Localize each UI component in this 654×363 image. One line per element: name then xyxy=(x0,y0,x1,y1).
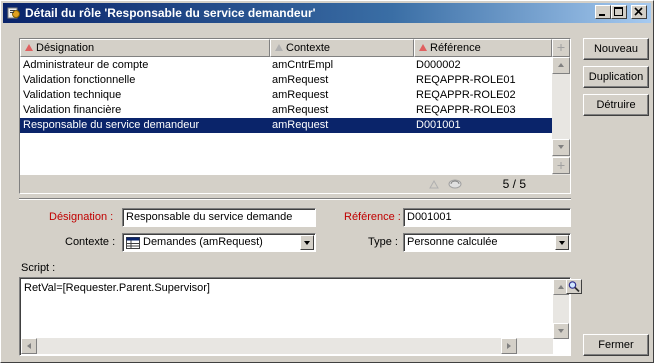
scroll-up-button[interactable] xyxy=(552,57,570,74)
filter-icon xyxy=(429,179,439,189)
script-horizontal-scrollbar[interactable] xyxy=(21,338,553,354)
role-window-icon xyxy=(7,7,20,19)
designation-label: Désignation : xyxy=(49,211,114,223)
script-editor[interactable]: RetVal=[Requester.Parent.Supervisor] xyxy=(19,277,571,356)
arrow-down-icon xyxy=(558,145,564,149)
role-detail-window: Détail du rôle 'Responsable du service d… xyxy=(0,0,654,363)
maximize-button[interactable] xyxy=(611,5,627,19)
arrow-left-icon xyxy=(27,343,31,349)
close-button[interactable]: Fermer xyxy=(583,334,649,356)
roles-list[interactable]: Désignation Contexte Référence Administr… xyxy=(19,38,571,194)
table-row[interactable]: Validation financière amRequest REQAPPR-… xyxy=(20,103,552,118)
script-scroll-down-button[interactable] xyxy=(553,323,569,339)
designation-field[interactable]: Responsable du service demande xyxy=(122,208,316,227)
minimize-icon xyxy=(599,14,605,16)
reference-field[interactable]: D001001 xyxy=(403,208,571,227)
arrow-right-icon xyxy=(507,343,511,349)
expand-list-button[interactable] xyxy=(552,157,570,174)
close-icon xyxy=(634,7,643,16)
type-dropdown[interactable]: Personne calculée xyxy=(403,233,571,252)
contexte-label: Contexte : xyxy=(65,236,116,248)
sync-icon[interactable] xyxy=(447,177,463,191)
maximize-icon xyxy=(614,7,623,16)
table-row[interactable]: Administrateur de compte amCntrEmpl D000… xyxy=(20,58,552,73)
chevron-down-icon[interactable] xyxy=(300,235,314,250)
scroll-down-button[interactable] xyxy=(552,139,570,156)
column-chooser-button[interactable] xyxy=(552,39,570,57)
duplicate-button[interactable]: Duplication xyxy=(583,66,649,88)
script-label: Script : xyxy=(21,262,56,274)
list-vertical-scrollbar[interactable] xyxy=(552,39,570,175)
script-lookup-button[interactable] xyxy=(566,279,582,294)
column-header-contexte[interactable]: Contexte xyxy=(270,39,414,57)
script-text: RetVal=[Requester.Parent.Supervisor] xyxy=(24,282,210,294)
magnifier-icon xyxy=(568,281,580,293)
delete-button[interactable]: Détruire xyxy=(583,94,649,116)
sort-ascending-icon xyxy=(25,44,33,51)
minimize-button[interactable] xyxy=(595,5,611,19)
plus-icon xyxy=(557,44,565,51)
list-status-bar: 5 / 5 xyxy=(20,175,570,193)
close-window-button[interactable] xyxy=(631,5,647,19)
script-scroll-right-button[interactable] xyxy=(501,338,517,354)
window-title: Détail du rôle 'Responsable du service d… xyxy=(25,6,316,20)
column-header-reference[interactable]: Référence xyxy=(414,39,552,57)
table-icon xyxy=(126,237,140,249)
arrow-down-icon xyxy=(558,329,564,333)
title-bar[interactable]: Détail du rôle 'Responsable du service d… xyxy=(3,3,651,23)
column-header-designation[interactable]: Désignation xyxy=(20,39,270,57)
separator xyxy=(19,198,571,200)
sort-ascending-icon xyxy=(275,44,283,51)
table-row[interactable]: Validation fonctionnelle amRequest REQAP… xyxy=(20,73,552,88)
type-label: Type : xyxy=(368,236,398,248)
reference-label: Référence : xyxy=(344,211,401,223)
contexte-dropdown[interactable]: Demandes (amRequest) xyxy=(122,233,316,252)
list-header: Désignation Contexte Référence xyxy=(20,39,552,57)
script-scroll-left-button[interactable] xyxy=(21,338,37,354)
chevron-down-icon[interactable] xyxy=(555,235,569,250)
plus-icon xyxy=(557,162,565,169)
arrow-up-icon xyxy=(558,63,564,67)
record-counter: 5 / 5 xyxy=(502,177,526,191)
table-row-selected[interactable]: Responsable du service demandeur amReque… xyxy=(20,118,552,133)
new-button[interactable]: Nouveau xyxy=(583,38,649,60)
table-row[interactable]: Validation technique amRequest REQAPPR-R… xyxy=(20,88,552,103)
sort-ascending-icon xyxy=(419,44,427,51)
